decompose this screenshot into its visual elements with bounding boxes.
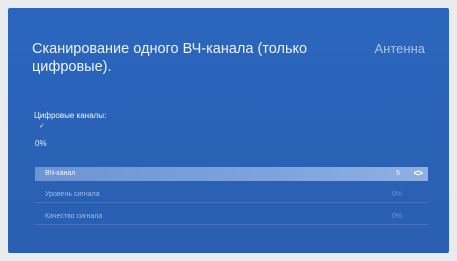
rf-channel-label: ВЧ-канал	[45, 170, 76, 177]
signal-quality-value: 0%	[391, 213, 402, 220]
page-title: Сканирование одного ВЧ-канала (только ци…	[32, 41, 308, 75]
source-label: Антенна	[374, 41, 425, 56]
rf-channel-value: 5	[396, 170, 400, 177]
signal-level-value: 0%	[391, 191, 402, 198]
signal-quality-label: Качество сигнала	[45, 213, 103, 220]
check-icon: ✓	[39, 123, 45, 130]
list-item-rf-channel[interactable]: ВЧ-канал 5 <>	[35, 167, 428, 181]
digital-channels-label: Цифровые каналы:	[34, 111, 107, 120]
tv-screen: Сканирование одного ВЧ-канала (только ци…	[8, 8, 449, 253]
settings-list: ВЧ-канал 5 <> Уровень сигнала 0% Качеств…	[35, 167, 428, 232]
scan-progress-label: 0%	[35, 139, 47, 148]
list-item-signal-quality[interactable]: Качество сигнала 0%	[35, 210, 428, 225]
list-item-signal-level[interactable]: Уровень сигнала 0%	[35, 188, 428, 203]
left-right-arrows-icon[interactable]: <>	[413, 168, 422, 178]
signal-level-label: Уровень сигнала	[45, 191, 100, 198]
